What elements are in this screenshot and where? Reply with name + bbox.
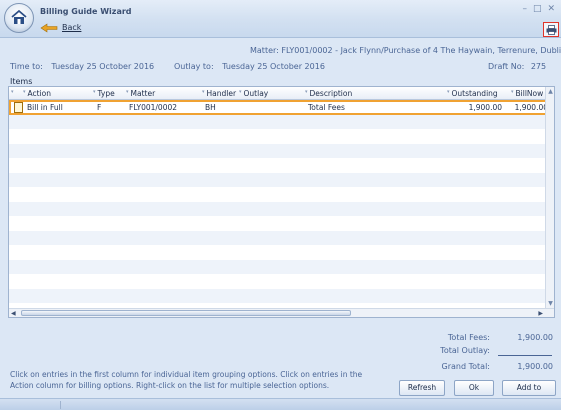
status-bar [0,398,561,410]
total-divider [498,355,552,356]
grand-total-label: Grand Total: [441,362,490,371]
draft-no-label: Draft No: [488,62,525,71]
document-icon[interactable] [14,102,23,113]
close-icon[interactable]: ✕ [547,4,555,14]
ok-button[interactable]: Ok [454,380,494,396]
items-label: Items [10,77,33,86]
empty-row [9,274,554,289]
matter-value: FLY001/0002 - Jack Flynn/Purchase of 4 T… [281,46,561,55]
grouping-column-header[interactable]: ▾ [11,89,16,98]
back-arrow-icon [40,22,58,33]
time-to-label: Time to: [10,62,43,71]
scroll-up-icon[interactable]: ▲ [547,88,554,95]
column-header-handler[interactable]: ▾ Handler [202,89,236,98]
column-header-outlay[interactable]: ▾ Outlay [239,89,268,98]
draft-no-value: 275 [530,62,547,71]
cell-action[interactable]: Bill in Full [27,103,63,112]
empty-row [9,288,554,303]
instruction-text: Click on entries in the first column for… [10,370,363,390]
time-to-info: Time to: Tuesday 25 October 2016 [10,62,154,71]
empty-row [9,216,554,231]
scroll-down-icon[interactable]: ▼ [547,300,554,307]
empty-row [9,245,554,260]
empty-row [9,143,554,158]
empty-row [9,201,554,216]
empty-row [9,114,554,129]
horizontal-scrollbar[interactable]: ◀ ▶ [9,308,554,317]
outlay-to-label: Outlay to: [174,62,214,71]
status-separator [60,401,61,409]
grid-header: ▾ ▾ Action ▾ Type ▾ Matter ▾ Handler ▾ Outlay… [9,87,554,100]
back-label: Back [62,23,82,32]
title-bar: Billing Guide Wizard Back – □ ✕ [0,0,561,38]
table-row[interactable]: Bill in Full F FLY001/0002 BH Total Fees… [9,100,554,115]
cell-billnow[interactable]: 1,900.00 [515,103,548,112]
total-outlay-label: Total Outlay: [440,346,490,355]
column-header-outstanding[interactable]: ▾ Outstanding [447,89,498,98]
column-header-description[interactable]: ▾ Description [305,89,352,98]
time-to-value: Tuesday 25 October 2016 [51,62,155,71]
scroll-thumb[interactable] [21,310,351,316]
cell-outstanding: 1,900.00 [468,103,502,112]
app-menu-button[interactable] [4,3,34,33]
total-fees-label: Total Fees: [447,333,490,342]
cell-description: Total Fees [308,103,345,112]
empty-row [9,129,554,144]
vertical-scrollbar[interactable]: ▲ ▼ [545,87,554,317]
matter-label: Matter: [250,46,279,55]
scroll-left-icon[interactable]: ◀ [11,309,16,317]
draft-no-info: Draft No: 275 [488,62,546,71]
app-logo-icon [11,9,27,24]
outlay-to-info: Outlay to: Tuesday 25 October 2016 [174,62,325,71]
window-title: Billing Guide Wizard [40,7,132,16]
print-button[interactable] [543,22,559,37]
empty-row [9,158,554,173]
column-header-billnow[interactable]: ▾ BillNow [511,89,543,98]
cell-type: F [97,103,102,112]
grand-total-value: 1,900.00 [517,362,553,371]
total-fees-value: 1,900.00 [517,333,553,342]
cell-matter: FLY001/0002 [129,103,178,112]
column-header-type[interactable]: ▾ Type [93,89,115,98]
maximize-icon[interactable]: □ [533,4,542,14]
minimize-icon[interactable]: – [522,4,527,14]
empty-row [9,187,554,202]
window-controls: – □ ✕ [522,4,555,14]
column-header-action[interactable]: ▾ Action [23,89,51,98]
cell-handler: BH [205,103,216,112]
matter-info: Matter: FLY001/0002 - Jack Flynn/Purchas… [250,46,561,55]
outlay-to-value: Tuesday 25 October 2016 [222,62,325,71]
empty-row [9,230,554,245]
empty-row [9,259,554,274]
printer-icon [546,25,557,35]
items-grid[interactable]: ▾ ▾ Action ▾ Type ▾ Matter ▾ Handler ▾ Outlay… [8,86,555,318]
back-button[interactable]: Back [40,21,81,34]
empty-row [9,172,554,187]
grid-rows: Bill in Full F FLY001/0002 BH Total Fees… [9,100,554,303]
scroll-right-icon[interactable]: ▶ [538,309,543,317]
add-to-invoice-button[interactable]: Add to Invoice [502,380,556,406]
refresh-button[interactable]: Refresh [399,380,445,396]
column-header-matter[interactable]: ▾ Matter [126,89,155,98]
